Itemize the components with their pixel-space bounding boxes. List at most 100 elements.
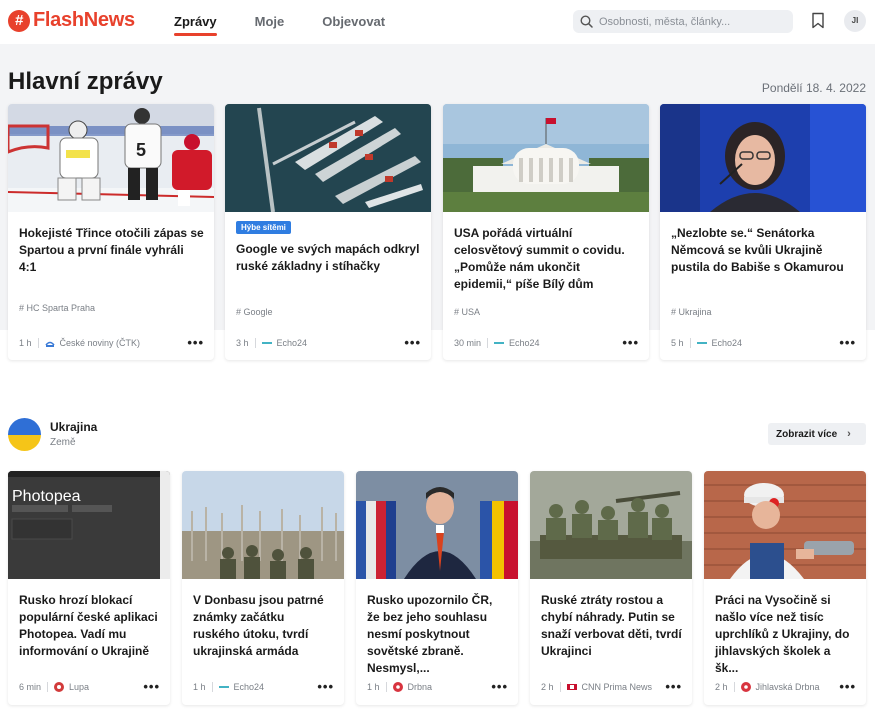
news-card[interactable]: „Nezlobte se.“ Senátorka Němcová se kvůl… (660, 104, 866, 360)
article-source[interactable]: Echo24 (277, 338, 308, 348)
hash-icon: # (19, 303, 25, 313)
more-options-icon[interactable]: ••• (143, 679, 160, 694)
top-bar: # FlashNews Zprávy Moje Objevovat JI (0, 0, 875, 44)
article-time: 1 h (367, 681, 380, 692)
more-options-icon[interactable]: ••• (839, 679, 856, 694)
echo24-source-icon (218, 685, 229, 688)
divider (689, 337, 691, 348)
news-card[interactable]: Ruské ztráty rostou a chybí náhrady. Put… (530, 471, 692, 705)
logo-mark: # (8, 9, 30, 32)
trending-badge: Hýbe sítěmi (236, 221, 291, 234)
article-image: 5 (8, 104, 214, 212)
article-source[interactable]: Lupa (69, 682, 89, 692)
search-icon (580, 15, 593, 28)
article-source[interactable]: Echo24 (234, 682, 265, 692)
article-tag[interactable]: # Google (236, 307, 273, 317)
more-options-icon[interactable]: ••• (665, 679, 682, 694)
tab-moje[interactable]: Moje (255, 14, 285, 29)
article-image (443, 104, 649, 212)
article-tag[interactable]: # USA (454, 307, 480, 317)
more-options-icon[interactable]: ••• (187, 335, 204, 350)
news-card[interactable]: Photopea Rusko hrozí blokací populární č… (8, 471, 170, 705)
article-source[interactable]: Drbna (408, 682, 433, 692)
show-more-button[interactable]: Zobrazit více › (768, 423, 866, 445)
divider (37, 337, 39, 348)
article-time: 1 h (193, 681, 206, 692)
search-input[interactable] (599, 15, 789, 28)
more-options-icon[interactable]: ••• (317, 679, 334, 694)
echo24-source-icon (696, 341, 707, 344)
article-meta: 2 h Jihlavská Drbna ••• (715, 679, 856, 694)
article-time: 6 min (19, 681, 42, 692)
news-card[interactable]: 5 Hokejisté Třince otočili zápas se Spar… (8, 104, 214, 360)
divider (385, 681, 387, 692)
cnn-prima-source-icon (566, 683, 577, 690)
article-headline[interactable]: Google ve svých mapách odkryl ruské zákl… (236, 241, 421, 275)
article-headline[interactable]: Ruské ztráty rostou a chybí náhrady. Put… (541, 592, 682, 660)
user-avatar[interactable]: JI (844, 10, 866, 32)
article-headline[interactable]: „Nezlobte se.“ Senátorka Němcová se kvůl… (671, 225, 856, 276)
article-headline[interactable]: USA pořádá virtuální celosvětový summit … (454, 225, 639, 293)
logo[interactable]: # FlashNews (8, 9, 135, 32)
hash-icon: # (236, 307, 242, 317)
more-options-icon[interactable]: ••• (622, 335, 639, 350)
article-headline[interactable]: Práci na Vysočině si našlo více než tisí… (715, 592, 856, 677)
article-headline[interactable]: Rusko upozornilo ČR, že bez jeho souhlas… (367, 592, 508, 677)
article-tag[interactable]: # HC Sparta Praha (19, 303, 95, 313)
article-meta: 3 h Echo24 ••• (236, 335, 421, 350)
news-card[interactable]: Hýbe sítěmi Google ve svých mapách odkry… (225, 104, 431, 360)
article-time: 1 h (19, 337, 32, 348)
topic-name[interactable]: Ukrajina (50, 420, 97, 434)
tab-zpravy[interactable]: Zprávy (174, 14, 217, 36)
divider (47, 681, 49, 692)
article-source[interactable]: CNN Prima News (582, 682, 653, 692)
divider (254, 337, 256, 348)
lupa-source-icon (54, 681, 65, 692)
article-time: 2 h (541, 681, 554, 692)
article-image (704, 471, 866, 579)
article-meta: 1 h Echo24 ••• (193, 679, 334, 694)
article-source[interactable]: Echo24 (712, 338, 743, 348)
ukraine-flag-icon[interactable] (8, 418, 41, 451)
article-headline[interactable]: Hokejisté Třince otočili zápas se Sparto… (19, 225, 204, 276)
show-more-label: Zobrazit více (776, 428, 838, 440)
tag-label: Ukrajina (678, 307, 712, 317)
article-headline[interactable]: Rusko hrozí blokací populární české apli… (19, 592, 160, 660)
divider (211, 681, 213, 692)
article-headline[interactable]: V Donbasu jsou patrné známky začátku rus… (193, 592, 334, 660)
news-card[interactable]: Práci na Vysočině si našlo více než tisí… (704, 471, 866, 705)
article-time: 3 h (236, 337, 249, 348)
main-nav: Zprávy Moje Objevovat (174, 14, 423, 36)
article-source[interactable]: Echo24 (509, 338, 540, 348)
article-tag[interactable]: # Ukrajina (671, 307, 712, 317)
divider (733, 681, 735, 692)
topic-type: Země (50, 437, 76, 448)
article-source[interactable]: Jihlavská Drbna (756, 682, 820, 692)
article-meta: 2 h CNN Prima News ••• (541, 679, 682, 694)
chevron-right-icon: › (847, 428, 851, 440)
more-options-icon[interactable]: ••• (404, 335, 421, 350)
article-meta: 6 min Lupa ••• (19, 679, 160, 694)
tag-label: Google (243, 307, 273, 317)
news-card[interactable]: Rusko upozornilo ČR, že bez jeho souhlas… (356, 471, 518, 705)
article-time: 2 h (715, 681, 728, 692)
ctk-source-icon (44, 341, 55, 347)
more-options-icon[interactable]: ••• (491, 679, 508, 694)
svg-text:5: 5 (136, 140, 146, 160)
search-box[interactable] (573, 10, 793, 33)
hash-icon: # (454, 307, 460, 317)
article-time: 30 min (454, 337, 482, 348)
echo24-source-icon (494, 341, 505, 344)
bookmark-icon[interactable] (811, 12, 825, 29)
article-source[interactable]: České noviny (ČTK) (60, 338, 141, 348)
news-card[interactable]: USA pořádá virtuální celosvětový summit … (443, 104, 649, 360)
news-card[interactable]: V Donbasu jsou patrné známky začátku rus… (182, 471, 344, 705)
article-meta: 30 min Echo24 ••• (454, 335, 639, 350)
article-image: Photopea (8, 471, 170, 579)
logo-text: FlashNews (33, 9, 135, 31)
tab-objevovat[interactable]: Objevovat (322, 14, 385, 29)
current-date: Pondělí 18. 4. 2022 (761, 81, 866, 95)
article-time: 5 h (671, 337, 684, 348)
article-image (182, 471, 344, 579)
more-options-icon[interactable]: ••• (839, 335, 856, 350)
